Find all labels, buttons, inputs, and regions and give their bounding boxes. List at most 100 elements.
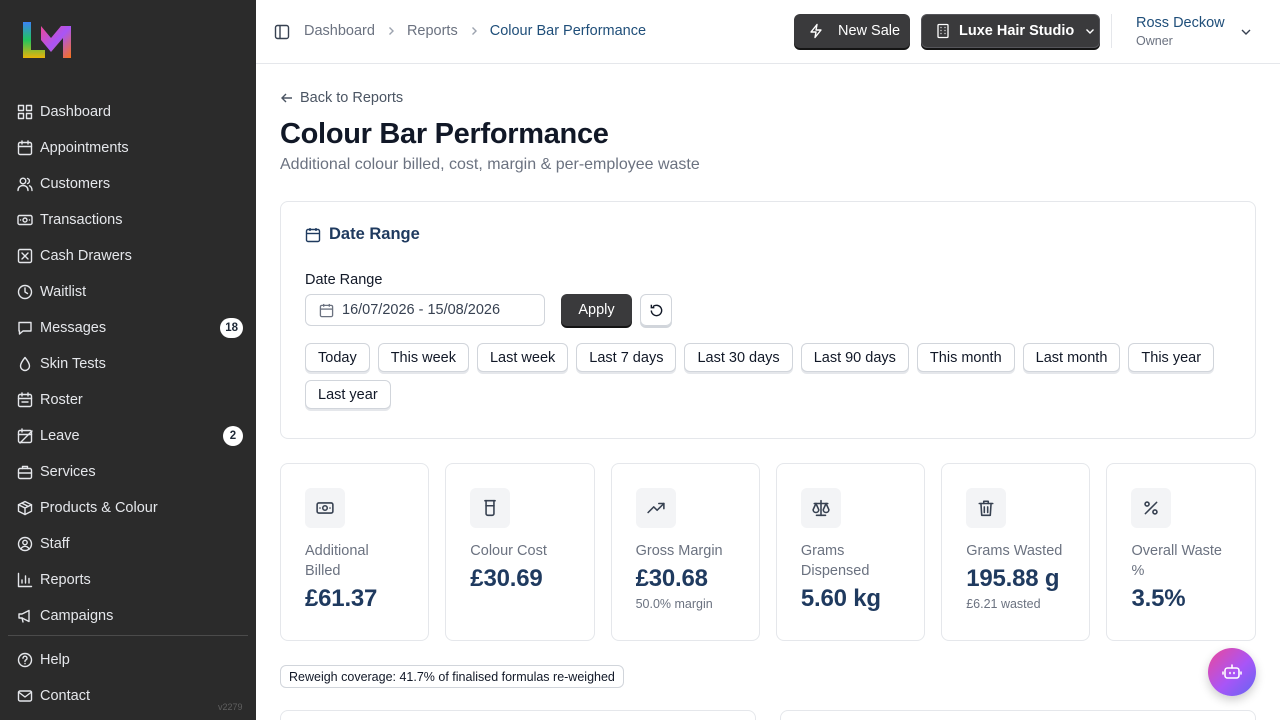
date-range-input[interactable]: 16/07/2026 - 15/08/2026	[305, 294, 545, 326]
sidebar-item-label: Roster	[40, 392, 83, 408]
preset-last-month[interactable]: Last month	[1022, 343, 1121, 372]
stat-card-colour-cost: Colour Cost £30.69	[445, 463, 595, 641]
page-title: Colour Bar Performance	[280, 118, 609, 150]
breadcrumb-reports[interactable]: Reports	[407, 23, 458, 39]
sidebar-item-transactions[interactable]: Transactions	[0, 202, 256, 238]
studio-label: Luxe Hair Studio	[959, 23, 1075, 39]
stat-value: £61.37	[305, 585, 378, 612]
megaphone-icon	[16, 607, 34, 625]
building-icon	[935, 23, 951, 39]
sidebar-item-staff[interactable]: Staff	[0, 526, 256, 562]
sidebar-item-help[interactable]: Help	[0, 642, 256, 678]
date-range-card: Date Range Date Range 16/07/2026 - 15/08…	[280, 201, 1256, 439]
chevron-right-icon	[385, 25, 397, 37]
sidebar-item-label: Leave	[40, 428, 80, 444]
sidebar-item-services[interactable]: Services	[0, 454, 256, 490]
calendar-icon	[319, 303, 334, 318]
sidebar-item-label: Messages	[40, 320, 107, 336]
preset-this-month[interactable]: This month	[916, 343, 1015, 372]
sidebar-item-leave[interactable]: Leave 2	[0, 418, 256, 454]
user-menu[interactable]: Ross Deckow Owner	[1136, 15, 1225, 48]
sidebar-item-label: Help	[40, 652, 70, 668]
stats-row: Additional Billed £61.37 Colour Cost £30.69…	[280, 463, 1256, 641]
stat-card-additional-billed: Additional Billed £61.37	[280, 463, 430, 641]
back-to-reports-link[interactable]: Back to Reports	[280, 90, 403, 106]
sidebar-item-appointments[interactable]: Appointments	[0, 130, 256, 166]
reset-button[interactable]	[640, 294, 672, 326]
calendar-off-icon	[16, 427, 34, 445]
preset-last-7-days[interactable]: Last 7 days	[576, 343, 677, 372]
sidebar-item-roster[interactable]: Roster	[0, 382, 256, 418]
sidebar-item-customers[interactable]: Customers	[0, 166, 256, 202]
droplet-icon	[16, 355, 34, 373]
banknote-icon	[305, 488, 345, 528]
notification-badge: 2	[223, 426, 243, 446]
sidebar-item-reports[interactable]: Reports	[0, 562, 256, 598]
date-range-value: 16/07/2026 - 15/08/2026	[342, 302, 501, 318]
preset-last-30-days[interactable]: Last 30 days	[684, 343, 793, 372]
stat-label: Grams Dispensed	[800, 543, 870, 579]
sidebar-item-label: Cash Drawers	[40, 248, 132, 264]
preset-this-year[interactable]: This year	[1128, 343, 1215, 372]
brand-logo[interactable]	[21, 20, 77, 60]
report-card-right	[780, 710, 1256, 720]
sidebar-item-cash-drawers[interactable]: Cash Drawers	[0, 238, 256, 274]
stat-label: Grams Wasted	[966, 543, 1063, 559]
sidebar-nav: Dashboard Appointments Customers Transactio…	[0, 94, 256, 634]
sidebar-item-products-colour[interactable]: Products & Colour	[0, 490, 256, 526]
package-icon	[16, 499, 34, 517]
bot-icon	[1222, 664, 1242, 679]
breadcrumb-dashboard[interactable]: Dashboard	[304, 23, 375, 39]
message-icon	[16, 319, 34, 337]
percent-icon	[1131, 488, 1172, 528]
sidebar-item-label: Staff	[40, 536, 70, 552]
studio-selector[interactable]: Luxe Hair Studio	[921, 14, 1100, 48]
sidebar-item-label: Contact	[40, 688, 90, 704]
date-presets: Today This week Last week Last 7 days Last 3…	[305, 343, 1245, 409]
sidebar-item-label: Campaigns	[40, 608, 114, 624]
sidebar-item-waitlist[interactable]: Waitlist	[0, 274, 256, 310]
sidebar-item-label: Appointments	[40, 140, 129, 156]
date-range-label: Date Range	[305, 272, 383, 288]
users-icon	[16, 175, 34, 193]
preset-last-year[interactable]: Last year	[305, 380, 391, 409]
beaker-icon	[470, 488, 511, 528]
date-range-card-title: Date Range	[305, 225, 420, 244]
assistant-button[interactable]	[1208, 648, 1256, 696]
new-sale-label: New Sale	[838, 23, 901, 39]
sidebar-divider	[8, 635, 248, 636]
preset-last-week[interactable]: Last week	[476, 343, 569, 372]
stat-label: Overall Waste %	[1131, 543, 1222, 579]
sidebar-item-dashboard[interactable]: Dashboard	[0, 94, 256, 130]
sidebar-item-campaigns[interactable]: Campaigns	[0, 598, 256, 634]
arrow-left-icon	[280, 91, 294, 105]
stat-card-grams-wasted: Grams Wasted 195.88 g £6.21 wasted	[941, 463, 1091, 641]
mail-icon	[16, 687, 34, 705]
panel-toggle-icon[interactable]	[274, 24, 290, 40]
sidebar-item-label: Products & Colour	[40, 500, 158, 516]
stat-value: 5.60 kg	[800, 585, 881, 612]
preset-this-week[interactable]: This week	[377, 343, 469, 372]
preset-last-90-days[interactable]: Last 90 days	[800, 343, 909, 372]
briefcase-icon	[16, 463, 34, 481]
apply-button[interactable]: Apply	[561, 294, 632, 326]
chevron-right-icon	[468, 25, 480, 37]
stat-card-grams-dispensed: Grams Dispensed 5.60 kg	[775, 463, 926, 641]
user-role: Owner	[1136, 34, 1173, 48]
topbar: Dashboard Reports Colour Bar Performance…	[256, 0, 1280, 64]
reweigh-coverage-badge: Reweigh coverage: 41.7% of finalised for…	[280, 665, 624, 688]
app-version: v2279	[218, 702, 243, 712]
lightning-icon	[808, 23, 824, 39]
chevron-down-icon[interactable]	[1238, 24, 1254, 40]
sidebar-item-skin-tests[interactable]: Skin Tests	[0, 346, 256, 382]
dashboard-icon	[16, 103, 34, 121]
sidebar-item-label: Waitlist	[40, 284, 87, 300]
preset-today[interactable]: Today	[305, 343, 370, 372]
topbar-divider	[1111, 14, 1112, 48]
new-sale-button[interactable]: New Sale	[794, 14, 910, 48]
refresh-icon	[650, 304, 662, 316]
trash-icon	[966, 488, 1007, 528]
stat-note: 50.0% margin	[635, 597, 713, 611]
sidebar-item-label: Services	[40, 464, 96, 480]
sidebar-item-messages[interactable]: Messages 18	[0, 310, 256, 346]
